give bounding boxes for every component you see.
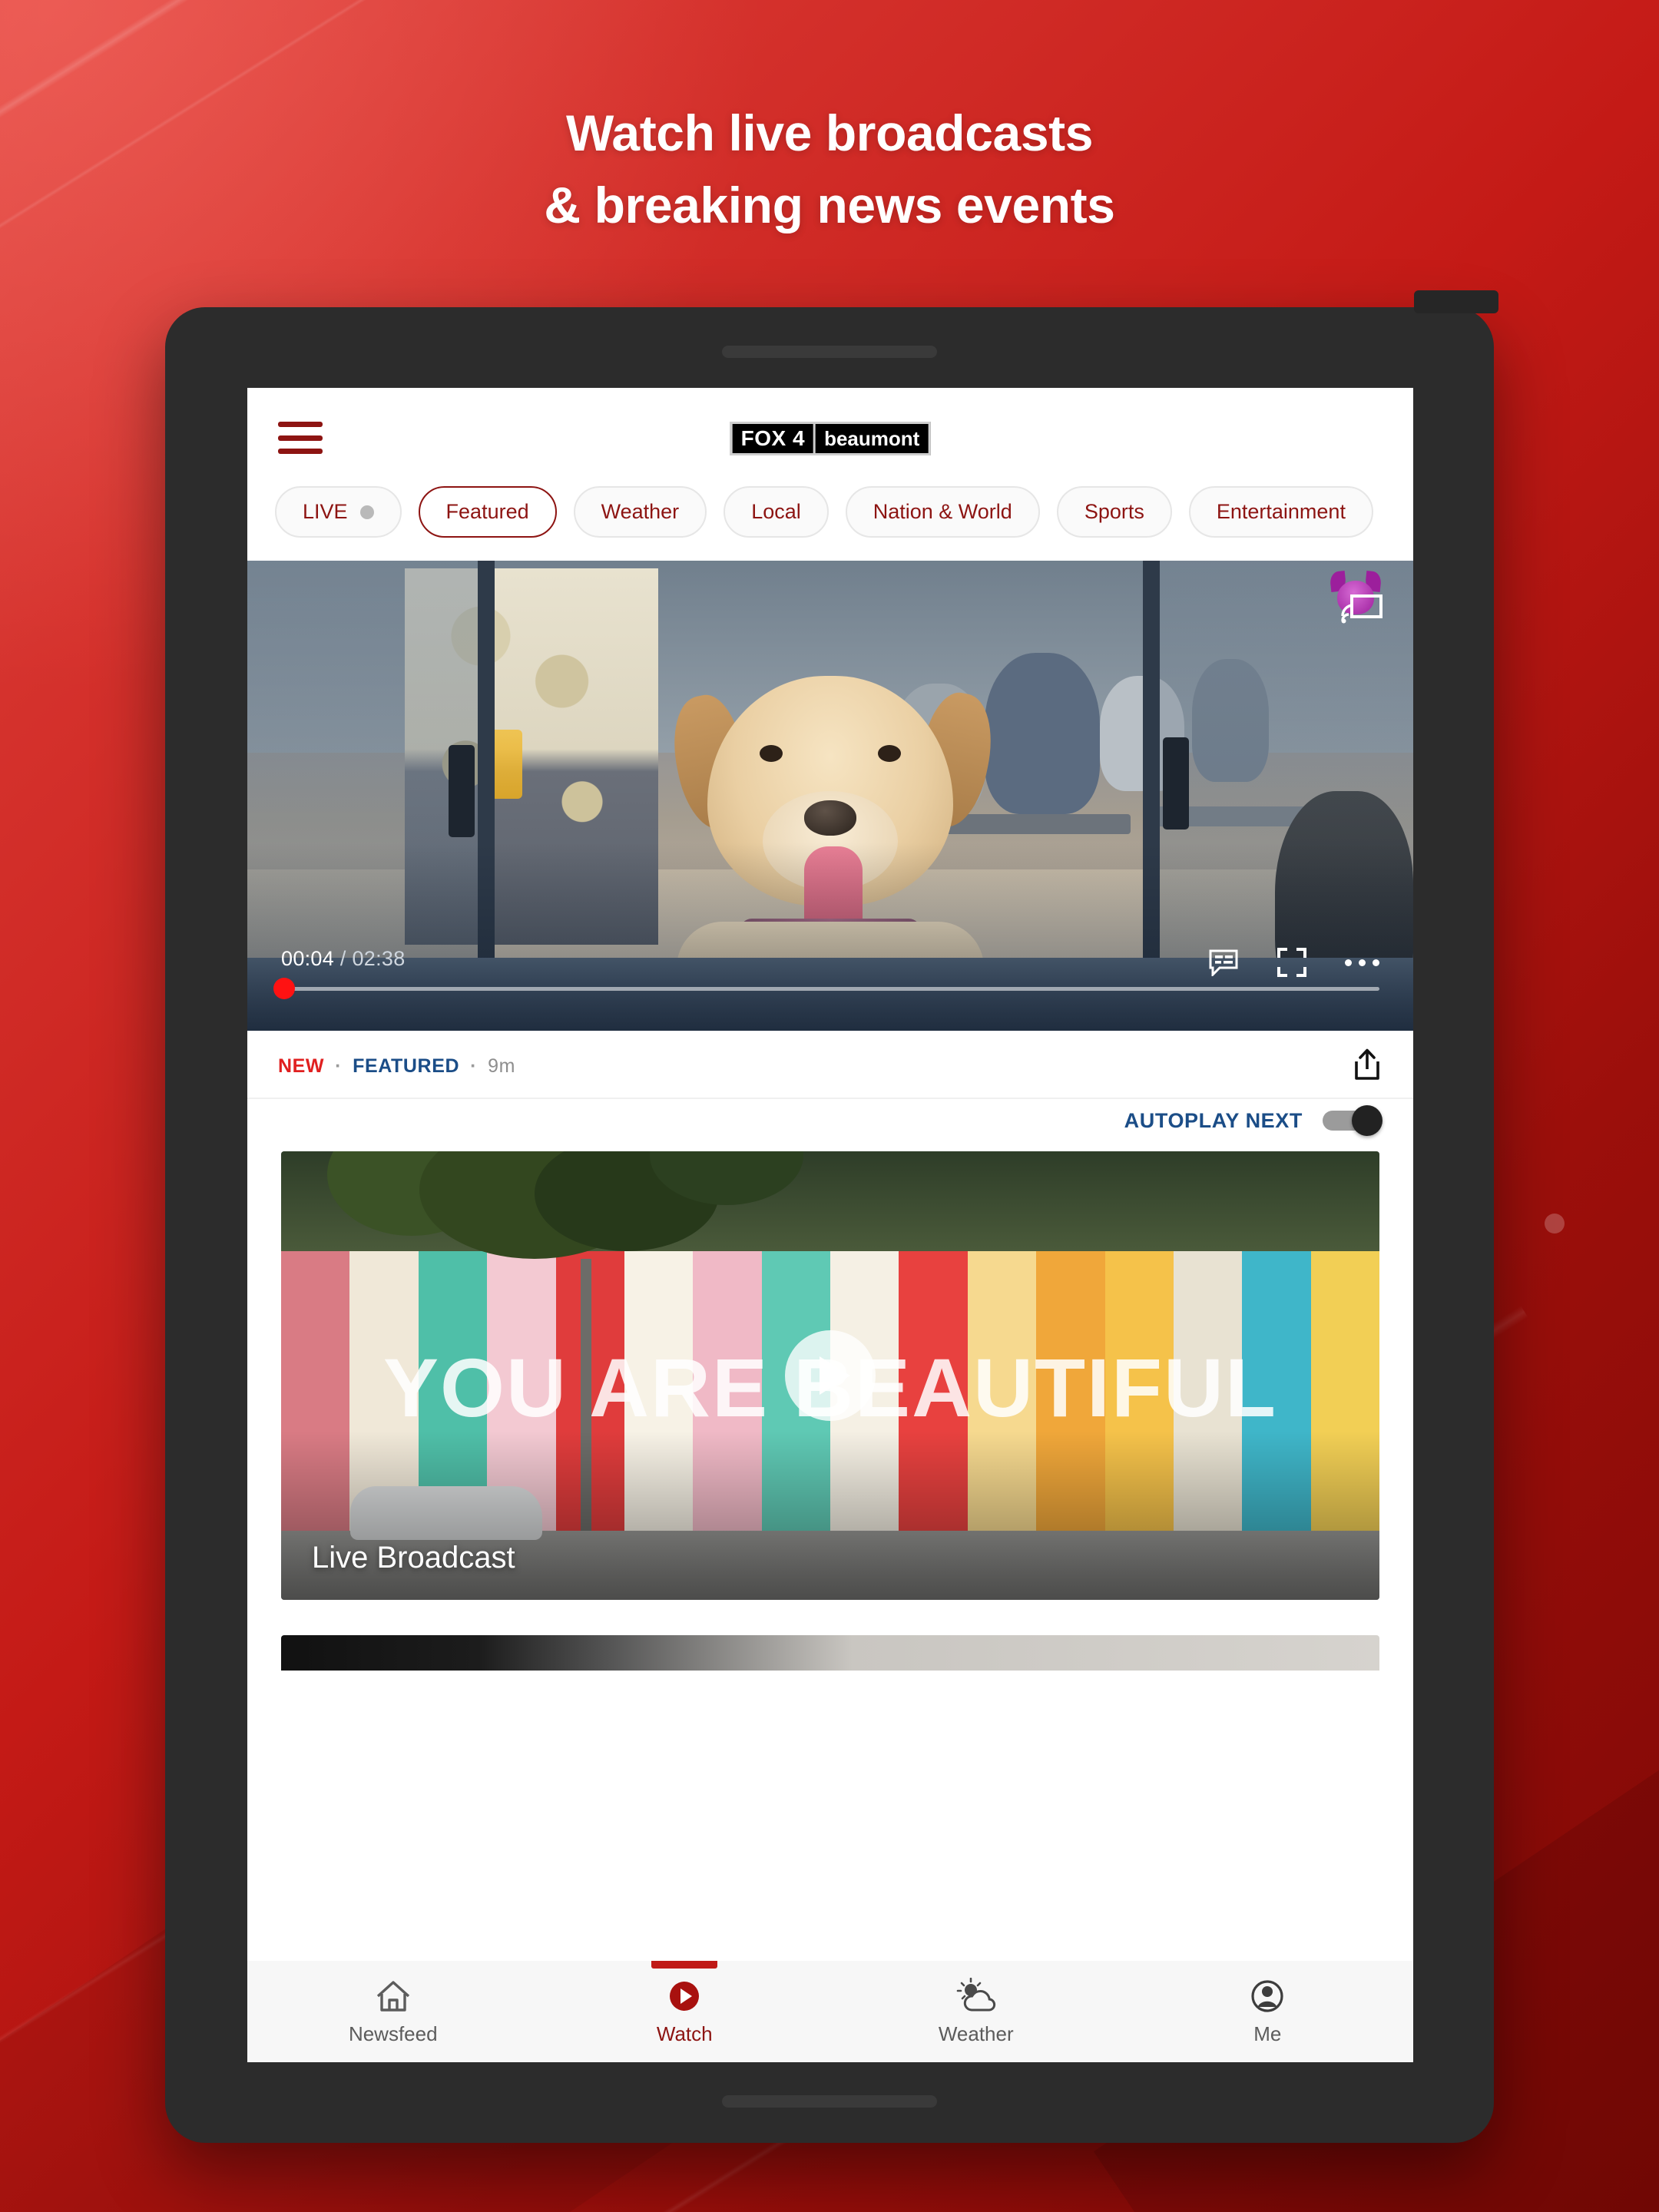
nav-item-newsfeed[interactable]: Newsfeed <box>247 1961 539 2062</box>
video-badges: NEW · FEATURED · 9m <box>278 1055 515 1078</box>
chip-entertainment[interactable]: Entertainment <box>1188 486 1373 538</box>
cast-button[interactable] <box>1327 570 1384 624</box>
player-controls[interactable] <box>1208 948 1379 977</box>
device-side-dot <box>1545 1214 1565 1233</box>
hamburger-menu-icon[interactable] <box>278 422 323 454</box>
chip-weather[interactable]: Weather <box>573 486 707 538</box>
chip-label: Local <box>751 500 801 523</box>
video-meta-row: NEW · FEATURED · 9m <box>247 1031 1413 1098</box>
chip-live[interactable]: LIVE <box>275 486 402 538</box>
badge-new: NEW <box>278 1055 325 1077</box>
playback-time: 00:04 / 02:38 <box>281 947 406 971</box>
next-item-peek[interactable] <box>281 1635 1379 1671</box>
device-speaker-grille-bottom <box>722 2095 937 2108</box>
chip-nation-world[interactable]: Nation & World <box>845 486 1040 538</box>
sun-cloud-icon <box>956 1977 995 2011</box>
chip-featured[interactable]: Featured <box>418 486 557 538</box>
nav-label: Watch <box>656 2022 713 2045</box>
nav-label: Weather <box>938 2022 1014 2045</box>
logo-secondary: beaumont <box>824 426 920 450</box>
current-time: 00:04 <box>281 947 335 970</box>
toggle-knob[interactable] <box>1352 1105 1382 1136</box>
badge-featured: FEATURED <box>353 1055 460 1077</box>
closed-captions-icon[interactable] <box>1208 949 1239 976</box>
headline-line-1: Watch live broadcasts <box>565 104 1094 161</box>
app-header: FOX 4 beaumont <box>247 388 1413 486</box>
app-screen: FOX 4 beaumont LIVE Featured Weather Loc… <box>247 388 1413 2062</box>
chip-sports[interactable]: Sports <box>1056 486 1172 538</box>
chip-label: LIVE <box>303 500 348 523</box>
chip-label: Nation & World <box>873 500 1012 523</box>
playback-progress-bar[interactable] <box>273 978 1379 999</box>
share-icon[interactable] <box>1352 1048 1382 1085</box>
home-icon <box>376 1980 409 2012</box>
next-video-title: Live Broadcast <box>312 1541 515 1575</box>
video-player[interactable]: 00:04 / 02:38 <box>247 561 1413 1031</box>
video-age: 9m <box>488 1055 516 1077</box>
bottom-navigation-bar[interactable]: Newsfeed Watch Weather Me <box>247 1961 1413 2062</box>
category-chip-row[interactable]: LIVE Featured Weather Local Nation & Wor… <box>247 486 1413 561</box>
device-speaker-grille <box>722 346 937 358</box>
chip-local[interactable]: Local <box>724 486 829 538</box>
device-power-button <box>1414 290 1498 313</box>
play-circle-filled-icon <box>670 1981 700 2011</box>
chip-label: Weather <box>601 500 680 523</box>
nav-item-weather[interactable]: Weather <box>830 1961 1122 2062</box>
station-logo[interactable]: FOX 4 beaumont <box>730 422 931 455</box>
promo-headline: Watch live broadcasts & breaking news ev… <box>0 107 1659 233</box>
nav-item-watch[interactable]: Watch <box>539 1961 831 2062</box>
progress-scrubber-handle[interactable] <box>273 978 295 999</box>
headline-line-2: & breaking news events <box>544 176 1115 233</box>
active-tab-indicator <box>651 1961 718 1969</box>
chip-label: Sports <box>1084 500 1144 523</box>
more-options-icon[interactable] <box>1345 959 1379 966</box>
nav-item-me[interactable]: Me <box>1122 1961 1414 2062</box>
meta-separator: · <box>335 1055 343 1077</box>
logo-primary: FOX 4 <box>740 426 806 450</box>
hamburger-bar <box>278 422 323 427</box>
hamburger-bar <box>278 435 323 441</box>
hamburger-bar <box>278 449 323 454</box>
next-video-card[interactable]: YOU ARE BEAUTIFUL Live Broadcast <box>281 1151 1379 1600</box>
play-triangle <box>820 1356 850 1395</box>
tablet-device-frame: FOX 4 beaumont LIVE Featured Weather Loc… <box>165 290 1565 2143</box>
live-status-dot-icon <box>359 505 374 519</box>
autoplay-row[interactable]: AUTOPLAY NEXT <box>247 1098 1413 1151</box>
chromecast-icon <box>1341 594 1382 624</box>
account-circle-icon <box>1251 1979 1283 2012</box>
meta-separator: · <box>470 1055 478 1077</box>
chip-label: Entertainment <box>1216 500 1346 523</box>
fullscreen-icon[interactable] <box>1277 948 1306 977</box>
chip-label: Featured <box>445 500 529 523</box>
time-separator: / <box>334 947 353 970</box>
autoplay-toggle[interactable] <box>1323 1105 1382 1136</box>
duration: 02:38 <box>352 947 406 970</box>
nav-label: Newsfeed <box>348 2022 438 2045</box>
play-circle-icon[interactable] <box>785 1330 876 1421</box>
nav-label: Me <box>1253 2022 1282 2045</box>
autoplay-label: AUTOPLAY NEXT <box>1124 1108 1303 1132</box>
